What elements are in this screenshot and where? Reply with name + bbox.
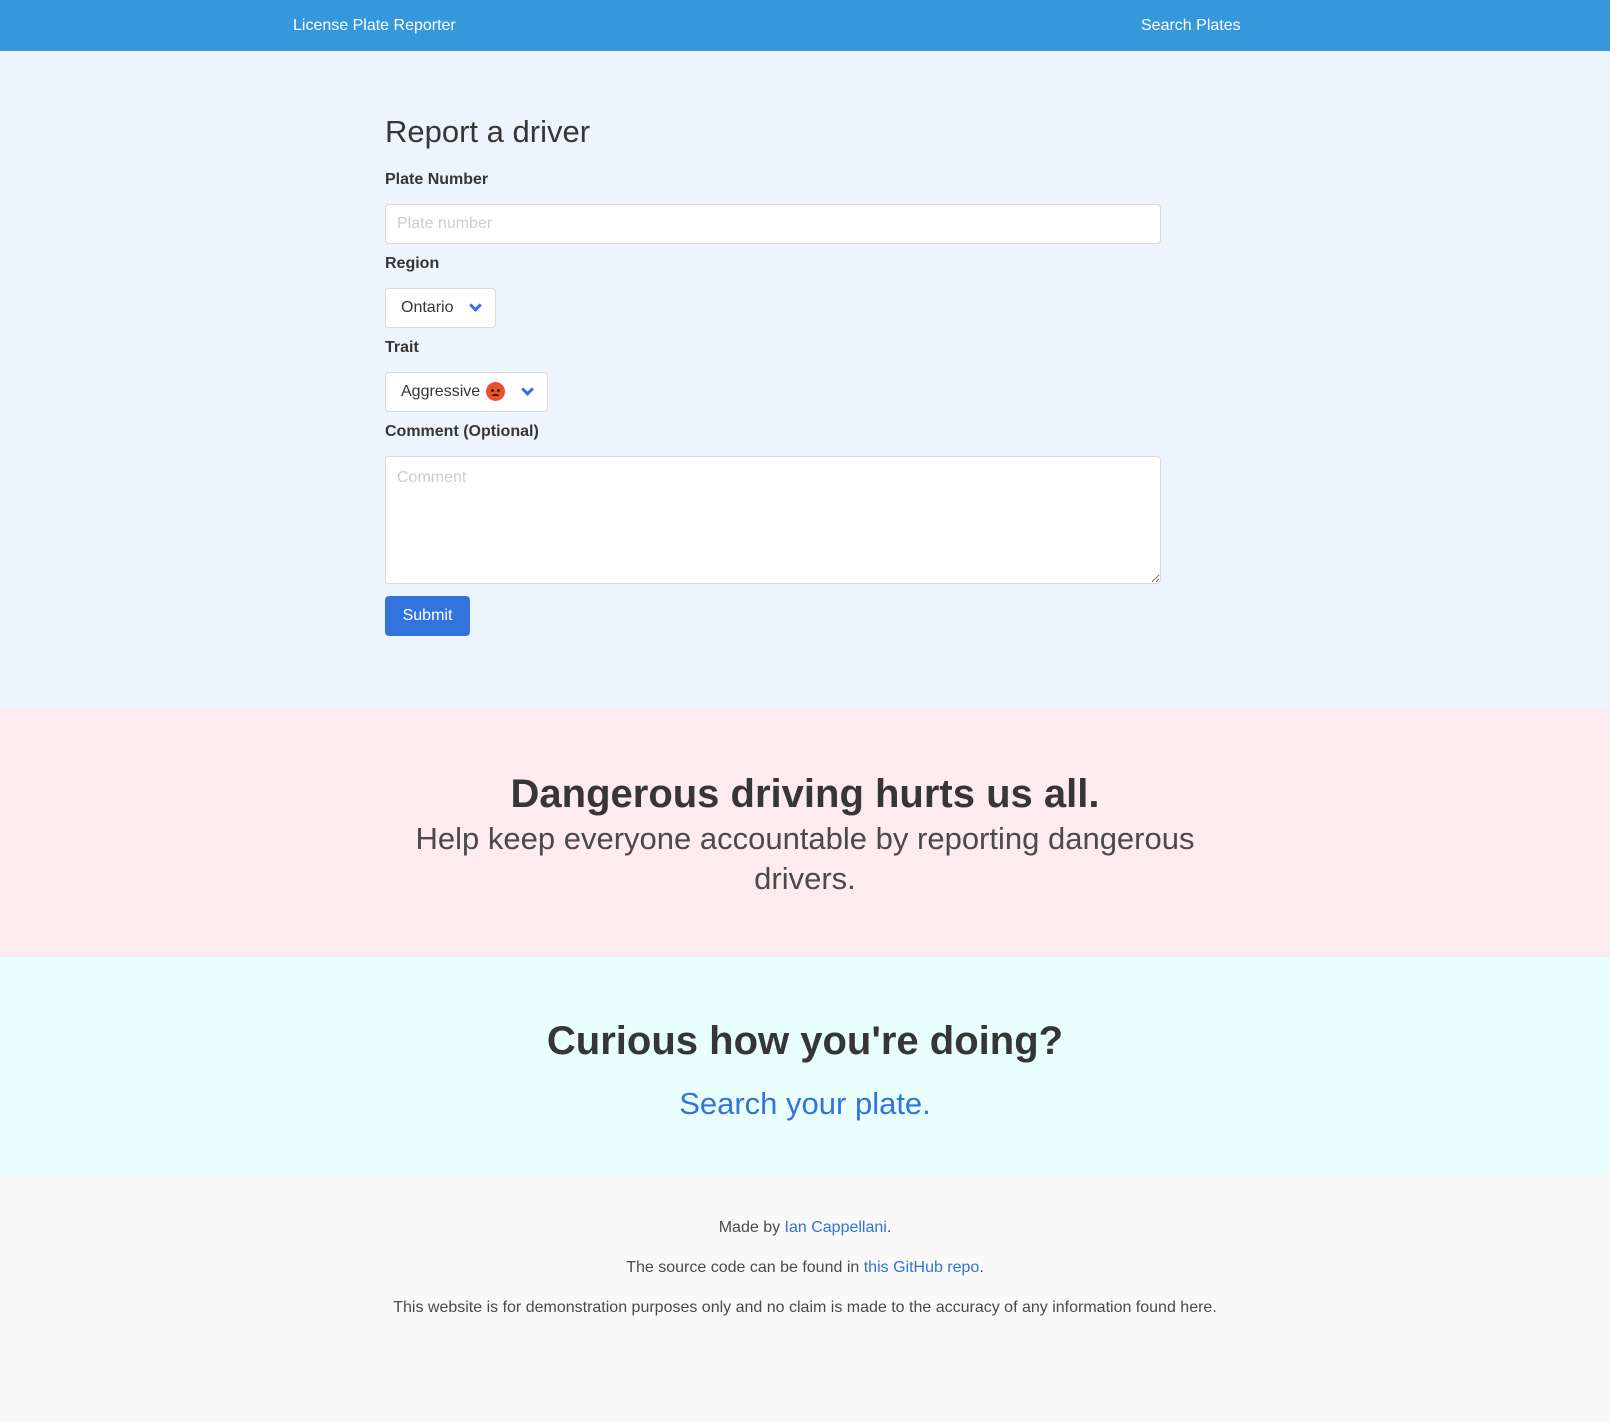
- search-plates-link[interactable]: Search Plates: [1141, 16, 1241, 36]
- footer: Made by Ian Cappellani. The source code …: [0, 1175, 1610, 1422]
- region-label: Region: [385, 255, 440, 272]
- search-cta-banner: Curious how you're doing? Search your pl…: [0, 957, 1610, 1175]
- plate-number-label: Plate Number: [385, 171, 489, 188]
- source-suffix: .: [979, 1259, 984, 1276]
- region-selected-value: Ontario: [401, 299, 454, 316]
- comment-label: Comment (Optional): [385, 423, 539, 440]
- report-form-section: Report a driver Plate Number Region Onta…: [0, 51, 1610, 709]
- banner-subtitle: Help keep everyone accountable by report…: [415, 821, 1195, 896]
- dangerous-driving-banner: Dangerous driving hurts us all. Help kee…: [0, 709, 1610, 957]
- chevron-down-icon: [469, 299, 483, 312]
- source-code-line: The source code can be found in this Git…: [0, 1258, 1610, 1278]
- search-your-plate-link[interactable]: Search your plate.: [0, 1084, 1610, 1124]
- trait-select[interactable]: Aggressive: [385, 372, 549, 412]
- chevron-down-icon: [521, 383, 535, 396]
- trait-label: Trait: [385, 339, 419, 356]
- author-link[interactable]: Ian Cappellani: [785, 1219, 887, 1236]
- brand-link[interactable]: License Plate Reporter: [293, 16, 456, 36]
- navbar: License Plate Reporter Search Plates: [0, 0, 1610, 51]
- made-by-suffix: .: [886, 1219, 892, 1236]
- trait-selected-value: Aggressive: [401, 383, 481, 400]
- banner-title: Dangerous driving hurts us all.: [510, 772, 1100, 816]
- region-select[interactable]: Ontario: [385, 288, 497, 328]
- angry-face-icon: [486, 381, 506, 401]
- source-prefix: The source code can be found in: [626, 1259, 864, 1276]
- made-by-prefix: Made by: [718, 1219, 785, 1236]
- cta-title: Curious how you're doing?: [546, 1019, 1064, 1063]
- page-title: Report a driver: [385, 114, 591, 149]
- comment-textarea[interactable]: [385, 456, 1161, 584]
- plate-number-input[interactable]: [385, 204, 1161, 244]
- disclaimer: This website is for demonstration purpos…: [393, 1299, 1217, 1316]
- made-by-line: Made by Ian Cappellani.: [0, 1218, 1610, 1238]
- github-repo-link[interactable]: this GitHub repo: [864, 1259, 980, 1276]
- submit-button[interactable]: Submit: [385, 596, 470, 636]
